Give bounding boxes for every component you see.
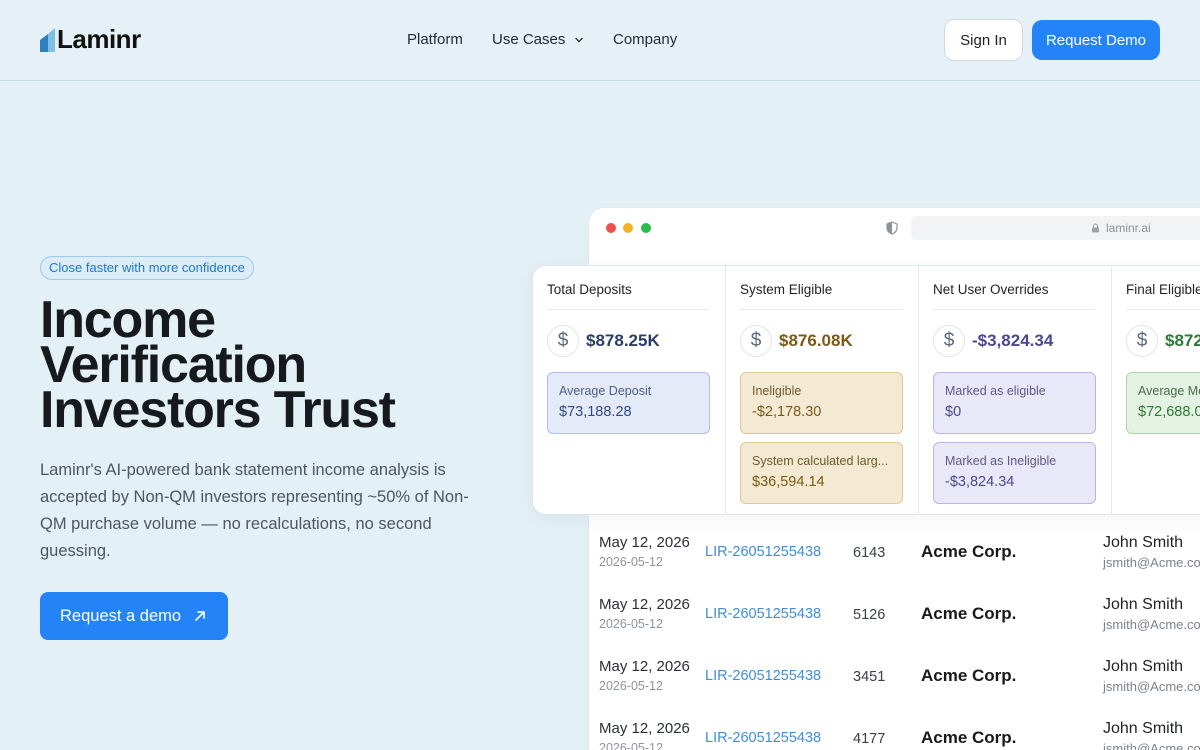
table-row[interactable]: May 12, 2026 2026-05-12 LIR-26051255438 … <box>589 586 1200 648</box>
row-user-email: jsmith@Acme.com <box>1103 555 1200 570</box>
row-date-iso: 2026-05-12 <box>599 679 663 693</box>
logo[interactable]: Laminr <box>40 26 141 52</box>
row-user-email: jsmith@Acme.com <box>1103 617 1200 632</box>
detail-label: Marked as eligible <box>945 384 1046 398</box>
site-header: Laminr Platform Use Cases Company Sign I… <box>0 0 1200 81</box>
divider <box>740 309 902 310</box>
nav-item-company[interactable]: Company <box>613 30 677 50</box>
metric-title: Final Eligible <box>1126 282 1200 297</box>
row-request-id-link[interactable]: LIR-26051255438 <box>705 668 821 684</box>
row-user-email: jsmith@Acme.com <box>1103 679 1200 694</box>
url-display: laminr.ai <box>1091 221 1151 235</box>
table-row[interactable]: May 12, 2026 2026-05-12 LIR-26051255438 … <box>589 710 1200 750</box>
metric-title: Net User Overrides <box>933 282 1049 297</box>
detail-label: Average Deposit <box>559 384 652 398</box>
table-row[interactable]: May 12, 2026 2026-05-12 LIR-26051255438 … <box>589 524 1200 586</box>
button-label: Request a demo <box>60 606 182 625</box>
row-number: 6143 <box>853 545 886 561</box>
hero-description: Laminr's AI-powered bank statement incom… <box>40 461 469 560</box>
hero-title-line: Investors Trust <box>40 381 396 439</box>
row-number: 4177 <box>853 731 886 747</box>
row-company: Acme Corp. <box>921 542 1017 561</box>
row-date-iso: 2026-05-12 <box>599 741 663 750</box>
row-request-id-link[interactable]: LIR-26051255438 <box>705 730 821 746</box>
metric-net-user-overrides: Net User Overrides $ -$3,824.34 Marked a… <box>919 266 1112 514</box>
window-maximize-dot-icon <box>641 223 651 233</box>
url-text: laminr.ai <box>1106 221 1151 235</box>
row-number: 3451 <box>853 669 886 685</box>
row-request-id-link[interactable]: LIR-26051255438 <box>705 544 821 560</box>
dollar-icon: $ <box>933 325 965 357</box>
row-user-email: jsmith@Acme.com <box>1103 741 1200 750</box>
row-date: May 12, 2026 <box>599 658 690 675</box>
row-number: 5126 <box>853 607 886 623</box>
row-company: Acme Corp. <box>921 666 1017 685</box>
detail-value: $72,688.0 <box>1138 404 1200 420</box>
metric-value: $876.08K <box>779 331 853 350</box>
metric-system-eligible: System Eligible $ $876.08K Ineligible -$… <box>726 266 919 514</box>
row-date: May 12, 2026 <box>599 720 690 737</box>
nav-item-label: Use Cases <box>492 31 566 48</box>
divider <box>547 309 709 310</box>
row-request-id-link[interactable]: LIR-26051255438 <box>705 606 821 622</box>
lock-icon <box>1092 223 1099 233</box>
metric-title: Total Deposits <box>547 282 632 297</box>
divider <box>1126 309 1200 310</box>
detail-value: $0 <box>945 404 962 420</box>
row-date-iso: 2026-05-12 <box>599 617 663 631</box>
row-company: Acme Corp. <box>921 604 1017 623</box>
logo-wordmark: Laminr <box>57 24 141 54</box>
metric-value: -$3,824.34 <box>972 331 1054 350</box>
row-date: May 12, 2026 <box>599 596 690 613</box>
detail-value: -$3,824.34 <box>945 474 1015 490</box>
nav-item-platform[interactable]: Platform <box>407 30 463 50</box>
dollar-icon: $ <box>547 325 579 357</box>
row-date: May 12, 2026 <box>599 534 690 551</box>
chevron-down-icon <box>575 37 584 43</box>
metric-detail-box: Marked as Ineligible -$3,824.34 <box>933 442 1096 504</box>
hero-badge: Close faster with more confidence <box>40 256 254 280</box>
detail-value: $36,594.14 <box>752 474 825 490</box>
metric-value: $872 <box>1165 331 1200 350</box>
metric-title: System Eligible <box>740 282 833 297</box>
hero-title: Income Verification Investors Trust <box>40 294 510 439</box>
sign-in-button[interactable]: Sign In <box>944 19 1023 61</box>
request-demo-button[interactable]: Request Demo <box>1032 20 1160 60</box>
divider <box>933 309 1095 310</box>
browser-toolbar: laminr.ai <box>589 208 1200 250</box>
income-metrics-card: Total Deposits $ $878.25K Average Deposi… <box>532 265 1200 515</box>
metric-detail-box: Average Mo $72,688.0 <box>1126 372 1200 434</box>
row-date-iso: 2026-05-12 <box>599 555 663 569</box>
nav-item-use-cases[interactable]: Use Cases <box>492 30 584 50</box>
shield-icon <box>886 221 898 235</box>
dollar-icon: $ <box>740 325 772 357</box>
detail-value: $73,188.28 <box>559 404 632 420</box>
request-a-demo-button[interactable]: Request a demo <box>40 592 228 640</box>
window-close-dot-icon <box>606 223 616 233</box>
row-user-name: John Smith <box>1103 658 1184 675</box>
detail-label: Average Mo <box>1138 384 1200 398</box>
row-user-name: John Smith <box>1103 534 1184 551</box>
detail-value: -$2,178.30 <box>752 404 822 420</box>
dollar-icon: $ <box>1126 325 1158 357</box>
metric-detail-box: Average Deposit $73,188.28 <box>547 372 710 434</box>
detail-label: System calculated larg... <box>752 454 889 468</box>
row-user-name: John Smith <box>1103 596 1184 613</box>
metric-detail-box: Marked as eligible $0 <box>933 372 1096 434</box>
address-bar[interactable]: laminr.ai <box>911 216 1200 240</box>
window-minimize-dot-icon <box>623 223 633 233</box>
logo-mark-icon <box>40 28 55 52</box>
arrow-up-right-icon <box>195 611 205 621</box>
metric-value: $878.25K <box>586 331 660 350</box>
metric-final-eligible: Final Eligible $ $872 Average Mo $72,688… <box>1112 266 1200 514</box>
metric-detail-box: Ineligible -$2,178.30 <box>740 372 903 434</box>
row-user-name: John Smith <box>1103 720 1184 737</box>
row-company: Acme Corp. <box>921 728 1017 747</box>
table-row[interactable]: May 12, 2026 2026-05-12 LIR-26051255438 … <box>589 648 1200 710</box>
metric-total-deposits: Total Deposits $ $878.25K Average Deposi… <box>533 266 726 514</box>
detail-label: Ineligible <box>752 384 802 398</box>
detail-label: Marked as Ineligible <box>945 454 1057 468</box>
metric-detail-box: System calculated larg... $36,594.14 <box>740 442 903 504</box>
